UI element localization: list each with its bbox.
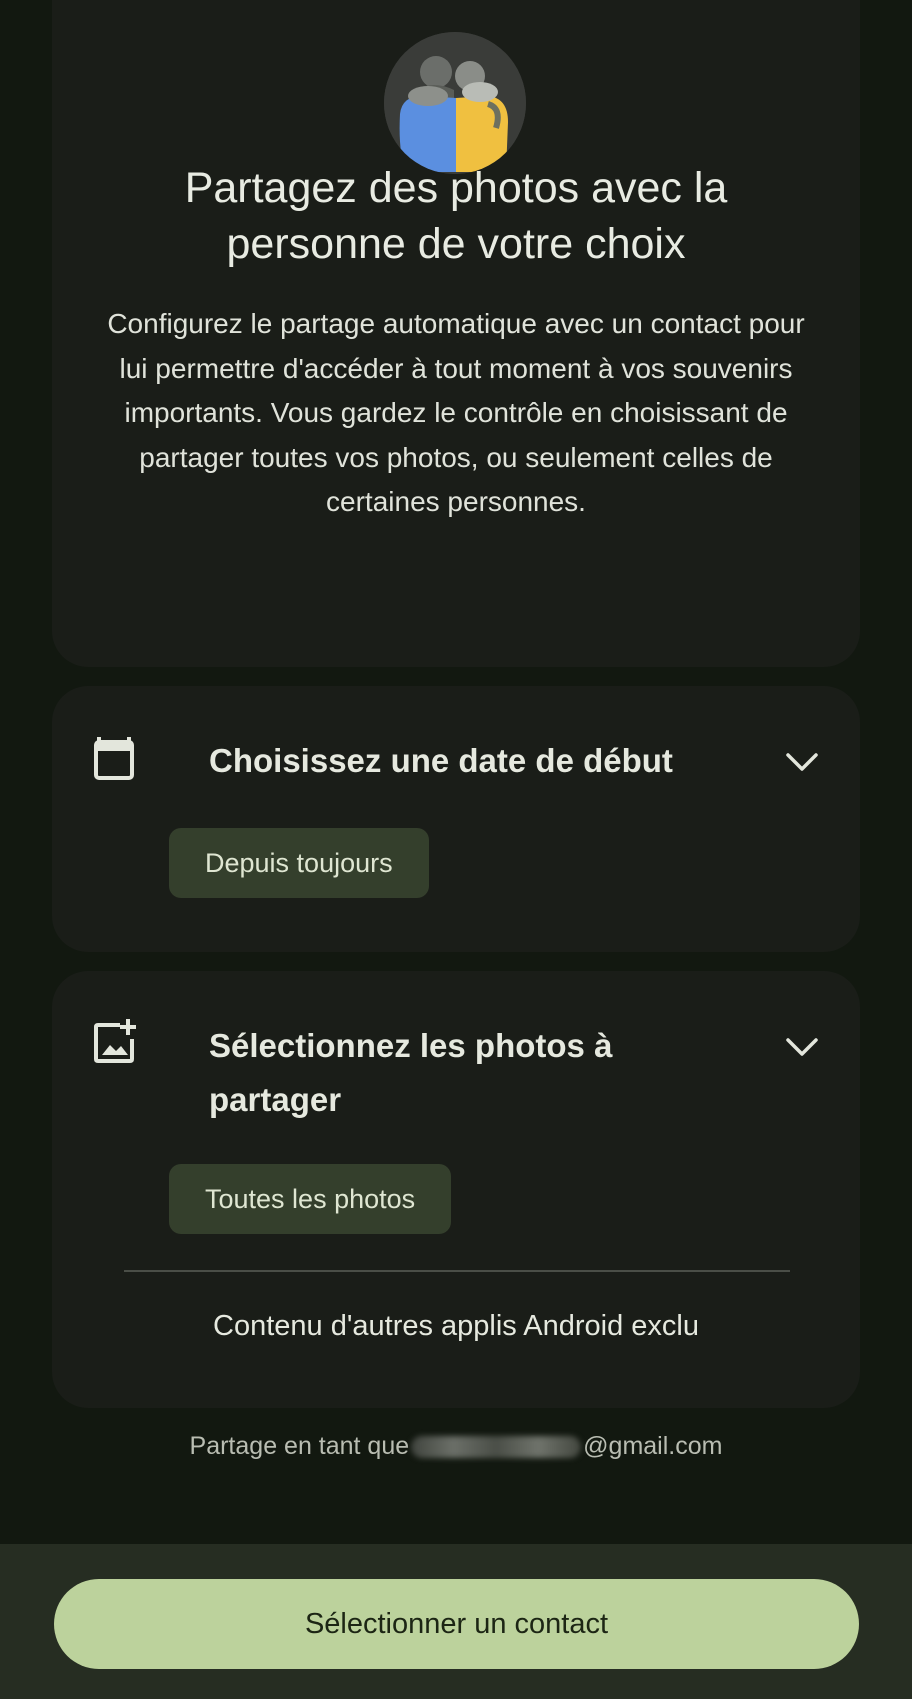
- add-photo-icon: [92, 1019, 136, 1067]
- intro-description: Configurez le partage automatique avec u…: [107, 308, 805, 517]
- intro-card: Partagez des photos avec la personne de …: [52, 0, 860, 667]
- start-date-card[interactable]: Choisissez une date de début Depuis touj…: [52, 686, 860, 952]
- page-title: Partagez des photos avec la personne de …: [184, 164, 728, 268]
- share-as-account: Partage en tant que @gmail.com: [0, 1426, 912, 1466]
- start-date-header[interactable]: Choisissez une date de début: [92, 734, 820, 794]
- divider: [124, 1270, 790, 1272]
- share-as-prefix: Partage en tant que: [189, 1432, 410, 1460]
- start-date-title: Choisissez une date de début: [209, 742, 673, 779]
- photo-selection-card[interactable]: Sélectionnez les photos à partager Toute…: [52, 971, 860, 1408]
- photo-selection-header[interactable]: Sélectionnez les photos à partager: [92, 1019, 820, 1129]
- sharing-illustration: [384, 32, 526, 174]
- chevron-down-icon[interactable]: [784, 744, 820, 780]
- select-contact-button[interactable]: Sélectionner un contact: [54, 1579, 859, 1669]
- calendar-icon: [92, 734, 136, 782]
- chevron-down-icon[interactable]: [784, 1029, 820, 1065]
- redacted-email: [411, 1436, 582, 1459]
- excluded-content-note: Contenu d'autres applis Android exclu: [213, 1310, 699, 1342]
- photo-selection-title: Sélectionnez les photos à partager: [209, 1027, 613, 1118]
- photo-selection-chip[interactable]: Toutes les photos: [169, 1164, 452, 1234]
- share-as-email-domain: @gmail.com: [583, 1432, 723, 1460]
- start-date-chip[interactable]: Depuis toujours: [169, 828, 429, 898]
